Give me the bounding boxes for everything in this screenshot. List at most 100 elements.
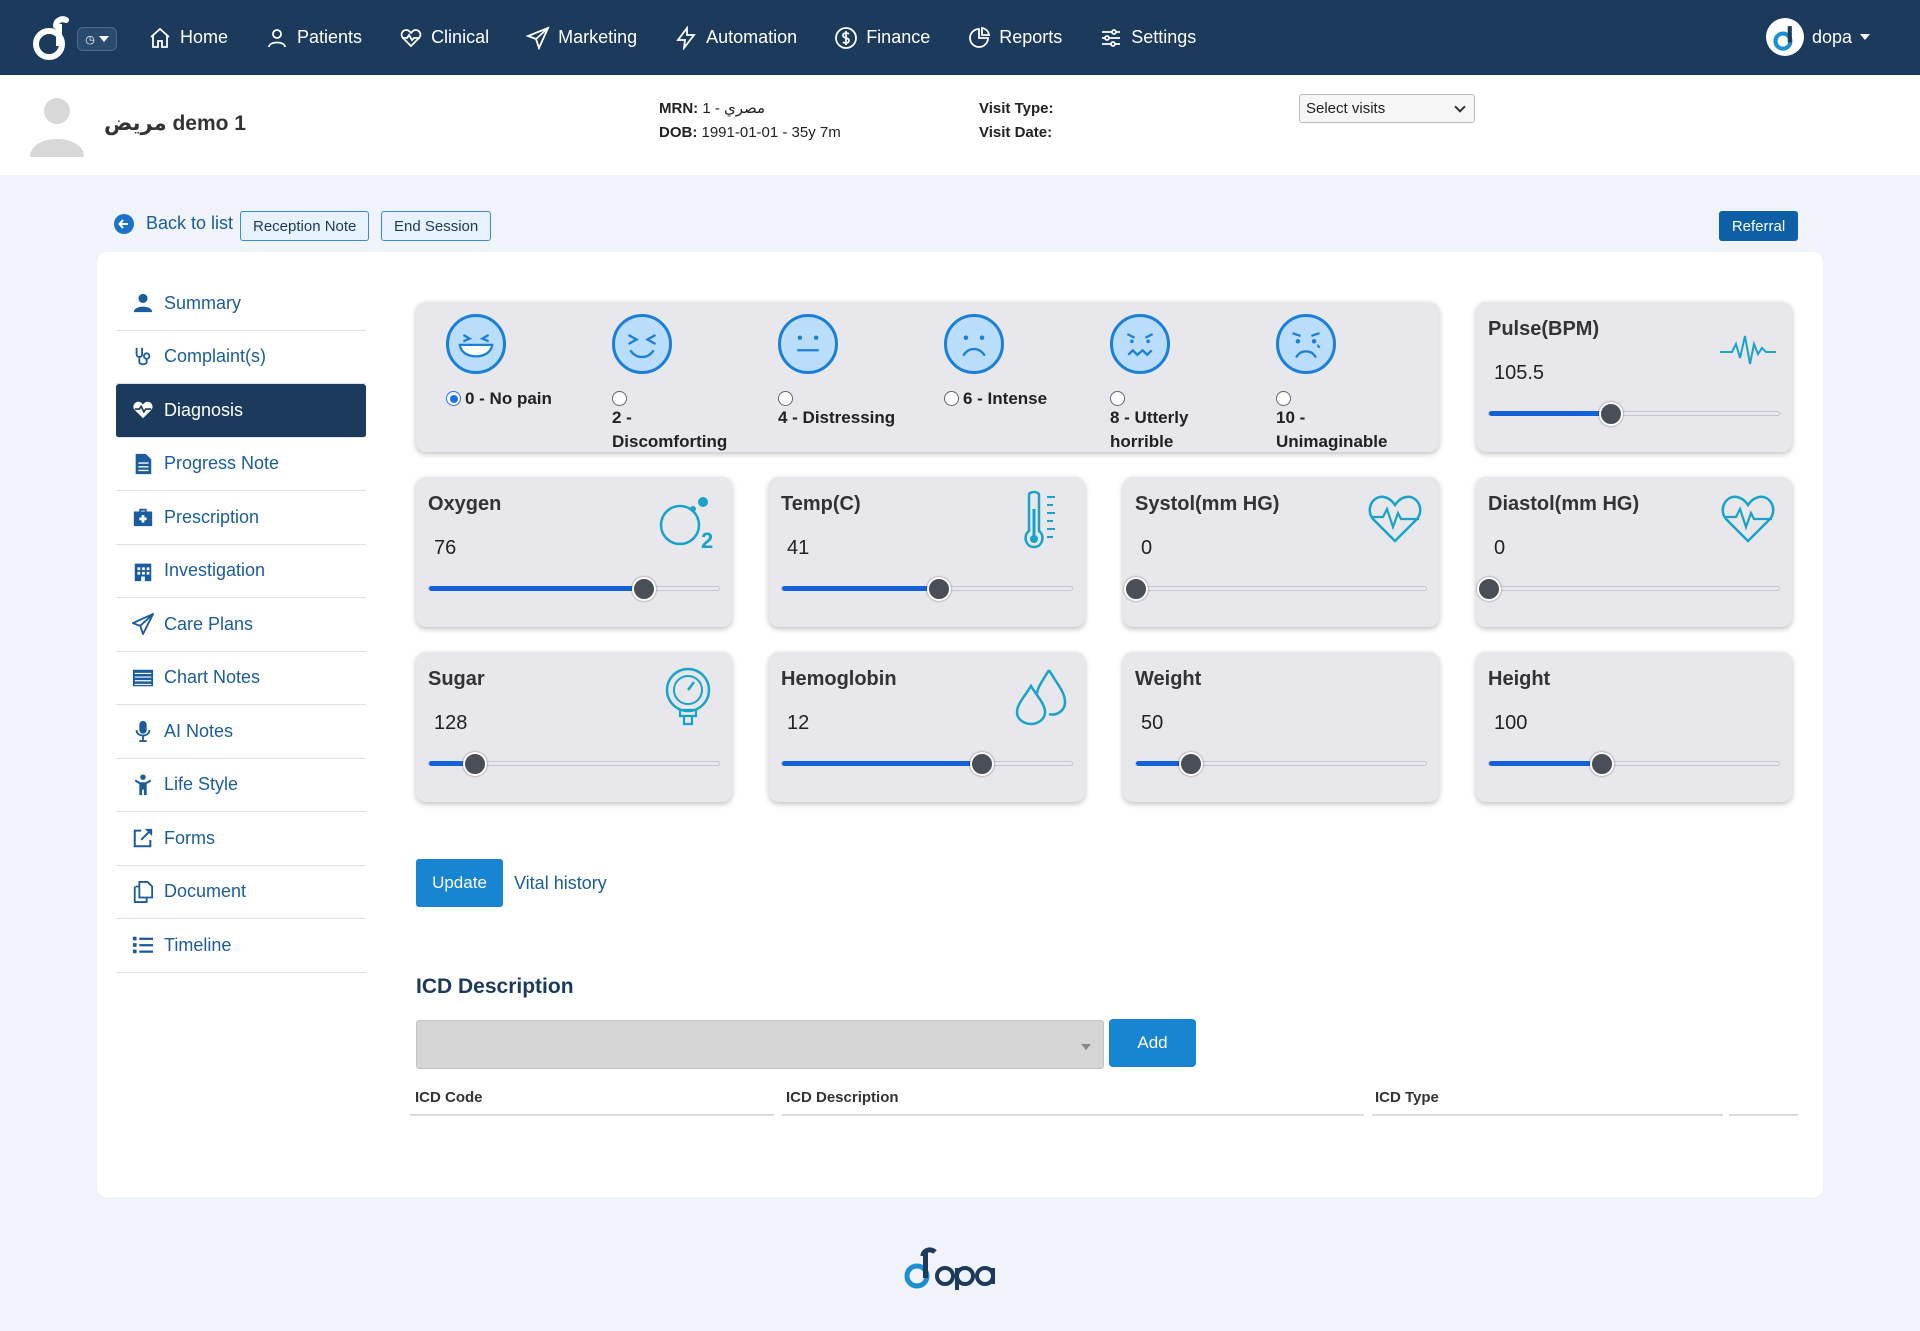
- sidebar-item-label: Life Style: [164, 774, 239, 795]
- pain-radio[interactable]: [612, 391, 627, 406]
- sidebar-item-life-style[interactable]: Life Style: [116, 759, 366, 812]
- weight-slider[interactable]: [1135, 752, 1427, 776]
- vital-value: 12: [787, 712, 810, 734]
- slider-thumb[interactable]: [970, 752, 995, 776]
- pain-option-0[interactable]: 0 - No pain: [446, 314, 606, 411]
- pain-radio[interactable]: [944, 391, 959, 406]
- pain-label: 8 - Utterly: [1110, 408, 1189, 427]
- vital-card-systol: Systol(mm HG) 0: [1123, 477, 1439, 627]
- nav-marketing[interactable]: Marketing: [526, 25, 638, 50]
- slider-thumb[interactable]: [926, 577, 951, 601]
- vital-history-link[interactable]: Vital history: [514, 873, 607, 894]
- nav-home[interactable]: Home: [148, 26, 228, 50]
- nav-reports[interactable]: Reports: [967, 26, 1062, 50]
- visit-select[interactable]: Select visits: [1299, 94, 1475, 123]
- sidebar-item-label: Investigation: [164, 560, 266, 581]
- sidebar-item-document[interactable]: Document: [116, 866, 366, 919]
- sidebar-item-diagnosis[interactable]: Diagnosis: [116, 384, 366, 438]
- slider-thumb[interactable]: [1598, 402, 1623, 426]
- sidebar-item-complaints[interactable]: Complaint(s): [116, 331, 366, 384]
- pain-radio[interactable]: [1110, 391, 1125, 406]
- table-header-icd-code[interactable]: ICD Code: [415, 1089, 483, 1106]
- update-button[interactable]: Update: [416, 859, 503, 907]
- slider-fill: [1489, 761, 1603, 766]
- history-dropdown-button[interactable]: ◷: [77, 27, 117, 51]
- sidebar-item-care-plans[interactable]: Care Plans: [116, 598, 366, 652]
- hemoglobin-slider[interactable]: [781, 752, 1073, 776]
- pain-radio[interactable]: [446, 391, 461, 406]
- table-header-icd-type[interactable]: ICD Type: [1375, 1089, 1439, 1106]
- sidebar-item-ai-notes[interactable]: AI Notes: [116, 705, 366, 759]
- pain-option-8[interactable]: 8 - Utterly horrible: [1110, 314, 1270, 454]
- back-label: Back to list: [146, 213, 234, 233]
- pain-radio[interactable]: [778, 391, 793, 406]
- slider-thumb[interactable]: [1477, 577, 1501, 601]
- dopa-logo-icon: [1773, 26, 1793, 51]
- stethoscope-icon: [135, 347, 151, 365]
- vital-title: Height: [1488, 668, 1551, 690]
- patient-avatar-icon: [30, 98, 84, 157]
- sidebar-item-prescription[interactable]: Prescription: [116, 491, 366, 545]
- slider-thumb[interactable]: [631, 577, 656, 601]
- icd-search-select[interactable]: [416, 1020, 1104, 1069]
- referral-button[interactable]: Referral: [1719, 211, 1798, 241]
- nav-automation[interactable]: Automation: [674, 25, 797, 50]
- oxygen-slider[interactable]: [428, 577, 720, 601]
- slider-thumb[interactable]: [463, 752, 488, 776]
- sidebar-item-label: Complaint(s): [164, 346, 267, 367]
- sidebar-item-chart-notes[interactable]: Chart Notes: [116, 652, 366, 705]
- pain-label: 2 -: [612, 408, 632, 427]
- user-menu[interactable]: dopa: [1765, 18, 1870, 56]
- pain-option-6[interactable]: 6 - Intense: [944, 314, 1104, 411]
- height-slider[interactable]: [1488, 752, 1780, 776]
- slider-fill: [782, 586, 939, 591]
- pain-option-2[interactable]: 2 - Discomforting: [612, 314, 772, 454]
- list-box-icon: [132, 669, 154, 686]
- nav-settings[interactable]: Settings: [1099, 26, 1196, 50]
- nav-label: Marketing: [558, 27, 638, 47]
- sidebar-item-label: Care Plans: [164, 613, 254, 634]
- systol-slider[interactable]: [1124, 577, 1427, 601]
- paper-plane-icon: [132, 613, 154, 636]
- temp-slider[interactable]: [781, 577, 1073, 601]
- vital-value: 0: [1141, 537, 1153, 559]
- sidebar-item-progress-note[interactable]: Progress Note: [116, 438, 366, 491]
- pain-label: Unimaginable: [1276, 432, 1388, 451]
- squinting-face-icon: [612, 314, 672, 374]
- pain-radio[interactable]: [1276, 391, 1291, 406]
- pain-option-10[interactable]: 10 - Unimaginable: [1276, 314, 1436, 454]
- slider-fill: [1489, 411, 1611, 416]
- vital-value: 0: [1494, 537, 1506, 559]
- pain-option-4[interactable]: 4 - Distressing: [778, 314, 938, 430]
- nav-patients[interactable]: Patients: [265, 26, 362, 50]
- sidebar-item-forms[interactable]: Forms: [116, 812, 366, 866]
- heart-pulse-icon: [133, 402, 153, 419]
- dopa-logo-icon[interactable]: [32, 16, 72, 60]
- document-icon: [135, 453, 152, 474]
- slider-thumb[interactable]: [1590, 752, 1615, 776]
- person-icon: [133, 294, 153, 313]
- back-to-list-link[interactable]: Back to list: [114, 213, 233, 234]
- sugar-slider[interactable]: [428, 752, 720, 776]
- table-header-icd-description[interactable]: ICD Description: [786, 1089, 899, 1106]
- frowning-face-icon: [944, 314, 1004, 374]
- slider-thumb[interactable]: [1124, 577, 1148, 601]
- crying-face-icon: [1276, 314, 1336, 374]
- nav-label: Settings: [1131, 27, 1197, 47]
- slider-thumb[interactable]: [1179, 752, 1204, 776]
- nav-clinical[interactable]: Clinical: [399, 26, 489, 50]
- end-session-button[interactable]: End Session: [381, 211, 492, 241]
- chevron-down-icon: [1454, 100, 1466, 113]
- sidebar-item-summary[interactable]: Summary: [116, 277, 366, 331]
- slider-fill: [429, 586, 644, 591]
- sidebar-item-investigation[interactable]: Investigation: [116, 545, 366, 598]
- sidebar-item-timeline[interactable]: Timeline: [116, 919, 366, 973]
- add-icd-button[interactable]: Add: [1109, 1019, 1196, 1067]
- diastol-slider[interactable]: [1477, 577, 1780, 601]
- dollar-icon: [835, 26, 858, 49]
- pulse-slider[interactable]: [1488, 402, 1780, 426]
- visit-select-value: Select visits: [1306, 100, 1386, 117]
- sidebar-item-label: Document: [164, 881, 247, 902]
- nav-finance[interactable]: Finance: [834, 26, 930, 50]
- reception-note-button[interactable]: Reception Note: [240, 211, 370, 241]
